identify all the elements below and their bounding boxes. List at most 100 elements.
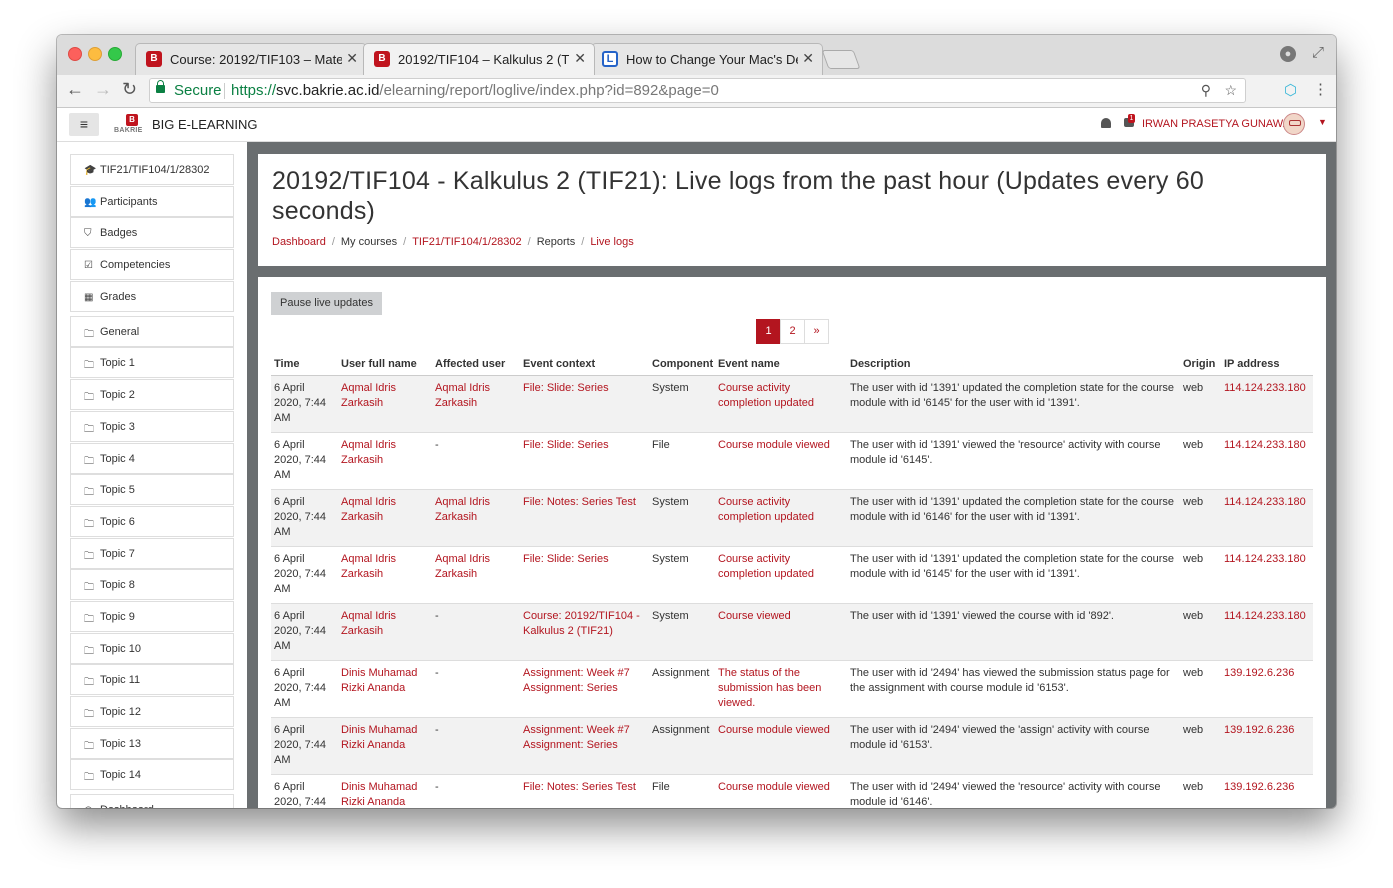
cell-context[interactable]: File: Slide: Series: [520, 432, 649, 490]
bakrie-favicon-icon: B: [146, 51, 162, 67]
sidebar-item-topic-4[interactable]: 🗀 Topic 4: [70, 442, 234, 474]
cell-user[interactable]: Dinis Muhamad Rizki Ananda: [338, 774, 432, 808]
sidebar-item-grades[interactable]: ▦ Grades: [70, 280, 234, 312]
bakrie-logo[interactable]: B BAKRIE: [114, 114, 150, 136]
cell-ip[interactable]: 114.124.233.180: [1221, 546, 1313, 604]
sidebar-item-topic-9[interactable]: 🗀 Topic 9: [70, 600, 234, 632]
bell-icon[interactable]: [1101, 118, 1111, 128]
cell-event[interactable]: Course viewed: [715, 603, 847, 661]
breadcrumb-item[interactable]: Live logs: [590, 236, 633, 248]
page-button[interactable]: 2: [780, 319, 805, 344]
sidebar-item-topic-12[interactable]: 🗀 Topic 12: [70, 696, 234, 727]
cell-user[interactable]: Aqmal Idris Zarkasih: [338, 603, 432, 661]
sidebar-item-topic-13[interactable]: 🗀 Topic 13: [70, 727, 234, 759]
sidebar-item-badges[interactable]: ⛉ Badges: [70, 217, 234, 249]
cell-affected[interactable]: Aqmal Idris Zarkasih: [432, 546, 520, 604]
cell-ip[interactable]: 139.192.6.236: [1221, 660, 1313, 718]
cell-context[interactable]: Assignment: Week #7 Assignment: Series: [520, 717, 649, 775]
minimize-window-button[interactable]: [88, 47, 102, 61]
address-bar[interactable]: Secure https://svc.bakrie.ac.id/elearnin…: [149, 78, 1246, 103]
sidebar-item-participants[interactable]: 👥 Participants: [70, 185, 234, 217]
browser-tab[interactable]: B Course: 20192/TIF103 – Mate ✕: [135, 43, 367, 75]
cell-ip[interactable]: 139.192.6.236: [1221, 774, 1313, 808]
sidebar-item-tif21-tif104-1-28302[interactable]: 🎓 TIF21/TIF104/1/28302: [70, 154, 234, 185]
sidebar-item-topic-10[interactable]: 🗀 Topic 10: [70, 632, 234, 664]
sidebar-item-topic-3[interactable]: 🗀 Topic 3: [70, 410, 234, 442]
site-navbar: ≡ B BAKRIE BIG E-LEARNING 1 IRWAN PRASET…: [57, 108, 1336, 142]
cell-affected[interactable]: Aqmal Idris Zarkasih: [432, 489, 520, 547]
folder-icon: 🗀: [84, 487, 94, 499]
sidebar-item-topic-7[interactable]: 🗀 Topic 7: [70, 537, 234, 569]
sidebar-item-topic-5[interactable]: 🗀 Topic 5: [70, 474, 234, 506]
close-tab-icon[interactable]: ✕: [802, 50, 814, 67]
browser-tab-active[interactable]: B 20192/TIF104 – Kalkulus 2 (T ✕: [363, 43, 595, 75]
cell-ip[interactable]: 114.124.233.180: [1221, 375, 1313, 433]
table-row: 6 April 2020, 7:44 AMDinis Muhamad Rizki…: [271, 717, 1313, 775]
lock-icon: [156, 80, 165, 93]
cell-context[interactable]: File: Notes: Series Test: [520, 774, 649, 808]
cell-event[interactable]: Course module viewed: [715, 432, 847, 490]
close-tab-icon[interactable]: ✕: [574, 50, 586, 67]
zoom-icon[interactable]: ⚲: [1201, 82, 1211, 99]
url-path: /elearning/report/loglive/index.php?id=8…: [379, 82, 719, 99]
profile-icon[interactable]: ●: [1280, 46, 1296, 62]
sidebar-item-topic-14[interactable]: 🗀 Topic 14: [70, 759, 234, 791]
next-page-button[interactable]: »: [804, 319, 829, 344]
back-arrow-icon[interactable]: ←: [66, 79, 84, 100]
page-button[interactable]: 1: [756, 319, 781, 344]
cell-affected[interactable]: Aqmal Idris Zarkasih: [432, 375, 520, 433]
cell-ip[interactable]: 139.192.6.236: [1221, 717, 1313, 775]
cell-context[interactable]: File: Slide: Series: [520, 375, 649, 433]
l-favicon-icon: L: [602, 51, 618, 67]
sidebar-item-competencies[interactable]: ☑ Competencies: [70, 249, 234, 281]
cell-context[interactable]: File: Slide: Series: [520, 546, 649, 604]
cell-ip[interactable]: 114.124.233.180: [1221, 432, 1313, 490]
sidebar-item-topic-6[interactable]: 🗀 Topic 6: [70, 505, 234, 537]
cell-event[interactable]: The status of the submission has been vi…: [715, 660, 847, 718]
cell-user[interactable]: Dinis Muhamad Rizki Ananda: [338, 660, 432, 718]
sidebar-item-topic-11[interactable]: 🗀 Topic 11: [70, 664, 234, 696]
bookmark-star-icon[interactable]: ☆: [1224, 82, 1237, 99]
breadcrumb-item[interactable]: TIF21/TIF104/1/28302: [412, 236, 521, 248]
cell-user[interactable]: Aqmal Idris Zarkasih: [338, 432, 432, 490]
cell-context[interactable]: Course: 20192/TIF104 - Kalkulus 2 (TIF21…: [520, 603, 649, 661]
cell-ip[interactable]: 114.124.233.180: [1221, 603, 1313, 661]
menu-dots-icon[interactable]: ⋮: [1313, 80, 1328, 98]
cell-context[interactable]: Assignment: Week #7 Assignment: Series: [520, 660, 649, 718]
user-menu-name[interactable]: IRWAN PRASETYA GUNAWAN: [1142, 118, 1298, 130]
sidebar-item-topic-1[interactable]: 🗀 Topic 1: [70, 347, 234, 379]
pause-live-updates-button[interactable]: Pause live updates: [271, 292, 382, 315]
cell-ip[interactable]: 114.124.233.180: [1221, 489, 1313, 547]
extension-icon[interactable]: ⬡: [1284, 81, 1297, 99]
chevron-down-icon[interactable]: ▼: [1318, 117, 1327, 127]
zoom-window-button[interactable]: [108, 47, 122, 61]
sidebar-item-general[interactable]: 🗀 General: [70, 315, 234, 347]
cell-event[interactable]: Course activity completion updated: [715, 375, 847, 433]
cell-description: The user with id '2494' viewed the 'reso…: [847, 774, 1180, 808]
hamburger-menu-icon[interactable]: ≡: [69, 113, 99, 136]
cell-event[interactable]: Course activity completion updated: [715, 546, 847, 604]
cell-component: File: [649, 432, 715, 490]
close-window-button[interactable]: [68, 47, 82, 61]
sidebar-item-topic-2[interactable]: 🗀 Topic 2: [70, 379, 234, 411]
cell-user[interactable]: Aqmal Idris Zarkasih: [338, 375, 432, 433]
cell-event[interactable]: Course activity completion updated: [715, 489, 847, 547]
browser-tab[interactable]: L How to Change Your Mac's De ✕: [591, 43, 823, 75]
avatar[interactable]: [1283, 113, 1305, 135]
cell-context[interactable]: File: Notes: Series Test: [520, 489, 649, 547]
reload-icon[interactable]: ↻: [122, 79, 137, 100]
cell-user[interactable]: Aqmal Idris Zarkasih: [338, 546, 432, 604]
cell-event[interactable]: Course module viewed: [715, 774, 847, 808]
site-brand[interactable]: BIG E-LEARNING: [152, 117, 257, 132]
new-tab-button[interactable]: [821, 50, 861, 69]
cell-user[interactable]: Aqmal Idris Zarkasih: [338, 489, 432, 547]
forward-arrow-icon[interactable]: →: [94, 79, 112, 100]
fullscreen-icon[interactable]: ⤢: [1312, 44, 1324, 61]
sidebar-item-dashboard[interactable]: ◉ Dashboard: [70, 794, 234, 808]
sidebar-item-label: Participants: [100, 195, 158, 208]
cell-user[interactable]: Dinis Muhamad Rizki Ananda: [338, 717, 432, 775]
close-tab-icon[interactable]: ✕: [346, 50, 358, 67]
breadcrumb-item[interactable]: Dashboard: [272, 236, 326, 248]
cell-event[interactable]: Course module viewed: [715, 717, 847, 775]
sidebar-item-topic-8[interactable]: 🗀 Topic 8: [70, 569, 234, 601]
